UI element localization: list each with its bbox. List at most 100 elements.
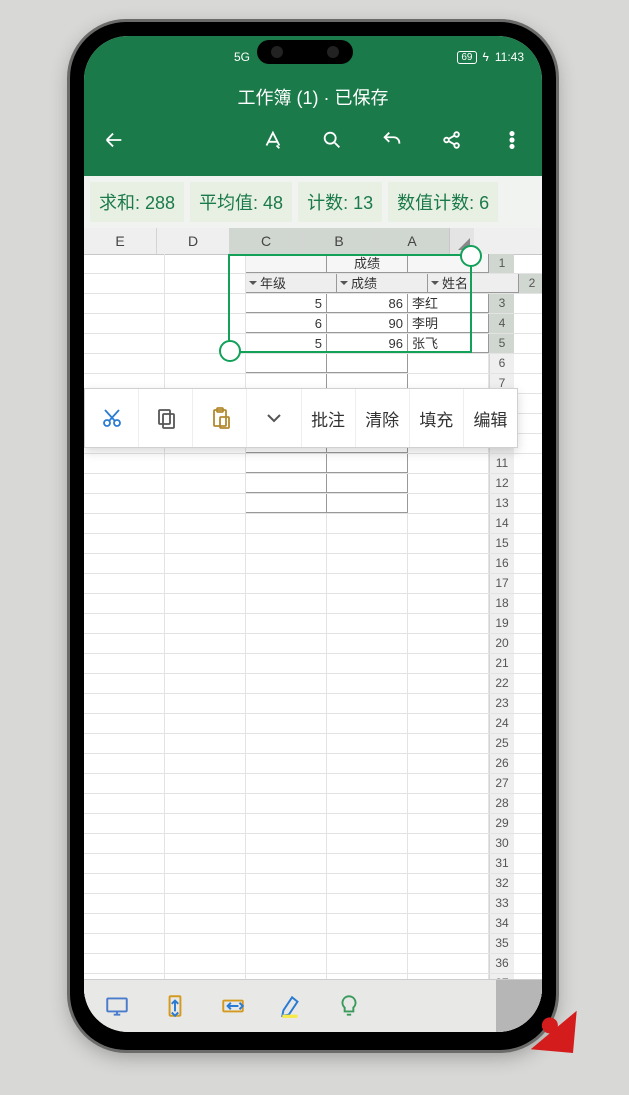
cell[interactable] [84, 614, 165, 633]
cell[interactable] [165, 274, 246, 293]
row-header[interactable]: 6 [489, 354, 514, 373]
row-24[interactable]: 24 [84, 714, 542, 734]
row-header[interactable]: 25 [489, 734, 514, 753]
cell[interactable] [408, 754, 489, 773]
row-23[interactable]: 23 [84, 694, 542, 714]
row-header[interactable]: 28 [489, 794, 514, 813]
row-22[interactable]: 22 [84, 674, 542, 694]
cell[interactable] [327, 494, 408, 513]
cell[interactable] [408, 914, 489, 933]
back-button[interactable] [102, 128, 126, 152]
cell[interactable] [327, 794, 408, 813]
cell[interactable] [165, 674, 246, 693]
selection-handle-tr[interactable] [460, 245, 482, 267]
cell[interactable] [246, 674, 327, 693]
row-header[interactable]: 19 [489, 614, 514, 633]
row-header[interactable]: 11 [489, 454, 514, 473]
cell[interactable] [246, 474, 327, 493]
row-header[interactable]: 24 [489, 714, 514, 733]
cell[interactable] [84, 894, 165, 913]
cell[interactable] [84, 794, 165, 813]
cell[interactable] [246, 514, 327, 533]
cell[interactable] [327, 734, 408, 753]
cell[interactable] [84, 354, 165, 373]
cell[interactable] [165, 574, 246, 593]
cell[interactable] [408, 574, 489, 593]
row-35[interactable]: 35 [84, 934, 542, 954]
cell[interactable] [408, 954, 489, 973]
row-header[interactable]: 15 [489, 534, 514, 553]
cell[interactable] [246, 854, 327, 873]
cell[interactable] [246, 714, 327, 733]
cell[interactable] [246, 494, 327, 513]
cell[interactable] [408, 494, 489, 513]
cell[interactable] [165, 914, 246, 933]
row-header[interactable]: 18 [489, 594, 514, 613]
cell[interactable] [84, 954, 165, 973]
cell[interactable] [165, 934, 246, 953]
cell[interactable] [408, 454, 489, 473]
row-header[interactable]: 12 [489, 474, 514, 493]
cell[interactable] [165, 894, 246, 913]
highlight-button[interactable] [276, 991, 306, 1021]
sum-stat[interactable]: 求和: 288 [90, 182, 184, 222]
cell[interactable] [246, 574, 327, 593]
row-21[interactable]: 21 [84, 654, 542, 674]
cell[interactable] [165, 454, 246, 473]
cell[interactable] [84, 314, 165, 333]
annotate-button[interactable]: 批注 [302, 389, 356, 447]
cell[interactable] [165, 314, 246, 333]
cell[interactable] [165, 834, 246, 853]
row-12[interactable]: 12 [84, 474, 542, 494]
row-header[interactable]: 22 [489, 674, 514, 693]
cell[interactable] [165, 814, 246, 833]
row-header[interactable]: 16 [489, 554, 514, 573]
spreadsheet[interactable]: E D C B A 成绩1年级成绩姓名2586李红3690李明4596张飞567… [84, 228, 542, 998]
cell[interactable] [84, 594, 165, 613]
cell[interactable] [165, 594, 246, 613]
row-27[interactable]: 27 [84, 774, 542, 794]
row-30[interactable]: 30 [84, 834, 542, 854]
selection-handle-bl[interactable] [219, 340, 241, 362]
cell[interactable] [327, 654, 408, 673]
cell[interactable]: 86 [327, 294, 408, 313]
cell[interactable] [165, 254, 246, 273]
cell[interactable] [165, 614, 246, 633]
cell[interactable]: 张飞 [408, 334, 489, 353]
row-header[interactable]: 27 [489, 774, 514, 793]
cell[interactable] [84, 714, 165, 733]
cell[interactable] [246, 254, 327, 273]
row-32[interactable]: 32 [84, 874, 542, 894]
row-31[interactable]: 31 [84, 854, 542, 874]
row-header[interactable]: 29 [489, 814, 514, 833]
cell[interactable] [246, 774, 327, 793]
cell[interactable] [408, 934, 489, 953]
cell[interactable] [246, 594, 327, 613]
cell[interactable] [246, 654, 327, 673]
cell[interactable] [246, 934, 327, 953]
cell[interactable] [408, 634, 489, 653]
row-3[interactable]: 586李红3 [84, 294, 542, 314]
row-header[interactable]: 1 [489, 254, 514, 273]
cell[interactable] [327, 834, 408, 853]
cell[interactable] [165, 294, 246, 313]
cell[interactable] [408, 814, 489, 833]
cell[interactable] [165, 714, 246, 733]
cell[interactable] [84, 494, 165, 513]
cell[interactable] [327, 634, 408, 653]
row-20[interactable]: 20 [84, 634, 542, 654]
cell[interactable] [165, 734, 246, 753]
cell[interactable] [165, 954, 246, 973]
row-header[interactable]: 35 [489, 934, 514, 953]
cell[interactable] [84, 754, 165, 773]
paste-button[interactable] [193, 389, 247, 447]
row-header[interactable]: 26 [489, 754, 514, 773]
expand-panel-button[interactable] [496, 980, 542, 1032]
col-D[interactable]: D [157, 228, 230, 254]
row-header[interactable]: 31 [489, 854, 514, 873]
row-header[interactable]: 13 [489, 494, 514, 513]
share-button[interactable] [440, 128, 464, 152]
cell[interactable] [246, 834, 327, 853]
row-header[interactable]: 4 [489, 314, 514, 333]
row-header[interactable]: 36 [489, 954, 514, 973]
